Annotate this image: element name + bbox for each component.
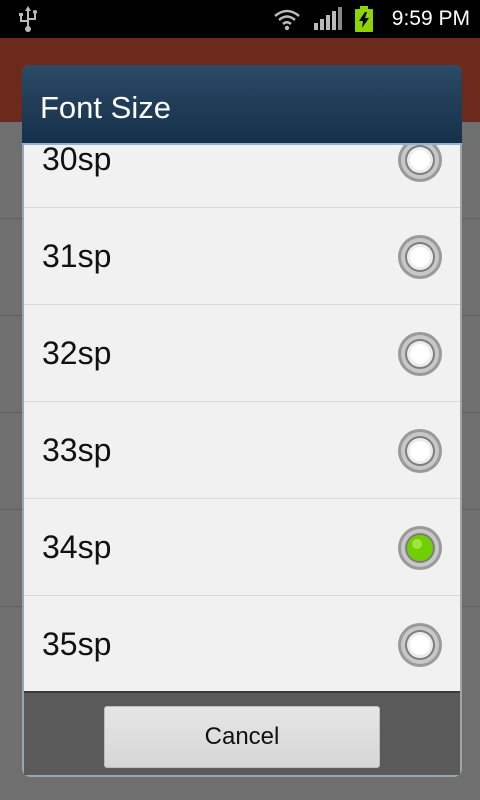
radio-button-icon[interactable]: [397, 331, 443, 377]
radio-button-icon[interactable]: [397, 145, 443, 183]
option-35sp[interactable]: 35sp: [24, 596, 460, 691]
option-32sp[interactable]: 32sp: [24, 305, 460, 402]
battery-charging-icon: [355, 6, 373, 32]
wifi-icon: [274, 9, 300, 31]
status-bar: 9:59 PM: [0, 0, 480, 38]
option-33sp[interactable]: 33sp: [24, 402, 460, 499]
status-time: 9:59 PM: [391, 7, 470, 30]
option-label: 30sp: [42, 145, 112, 177]
dialog-footer: Cancel: [24, 693, 460, 775]
usb-icon: [19, 6, 37, 32]
font-size-list[interactable]: 30sp 31sp 32sp 33sp 34sp 35sp: [24, 145, 460, 691]
font-size-dialog: Font Size 30sp 31sp 32sp 33sp 34sp 35sp …: [22, 65, 462, 777]
option-30sp[interactable]: 30sp: [24, 145, 460, 208]
option-label: 33sp: [42, 432, 112, 468]
option-label: 32sp: [42, 335, 112, 371]
signal-icon: [314, 7, 342, 30]
cancel-button[interactable]: Cancel: [104, 706, 380, 768]
radio-button-icon[interactable]: [397, 234, 443, 280]
option-label: 35sp: [42, 626, 112, 662]
dialog-title: Font Size: [40, 90, 171, 125]
dialog-title-bar: Font Size: [22, 65, 462, 145]
radio-button-icon[interactable]: [397, 622, 443, 668]
radio-button-icon[interactable]: [397, 428, 443, 474]
option-31sp[interactable]: 31sp: [24, 208, 460, 305]
option-label: 34sp: [42, 529, 112, 565]
radio-button-selected-icon[interactable]: [397, 525, 443, 571]
option-label: 31sp: [42, 238, 112, 274]
option-34sp[interactable]: 34sp: [24, 499, 460, 596]
